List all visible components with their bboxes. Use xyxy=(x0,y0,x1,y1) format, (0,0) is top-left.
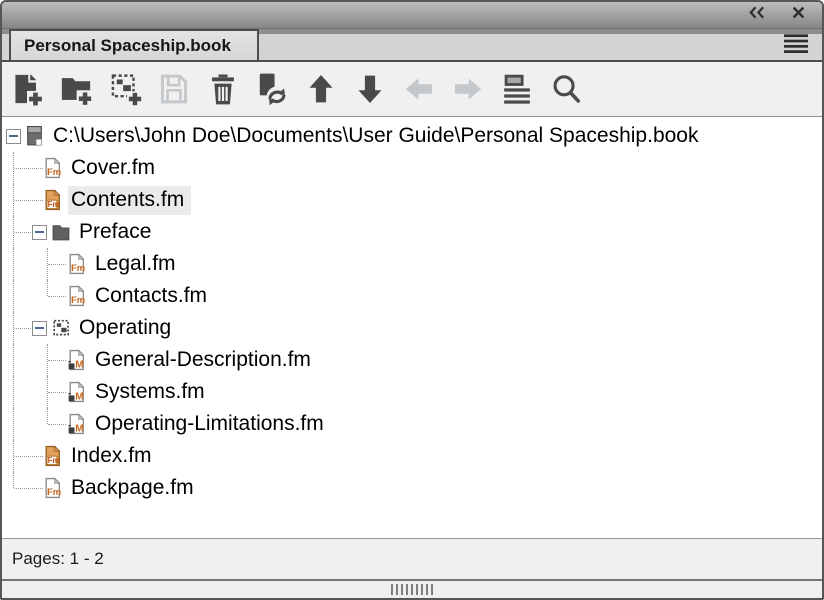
book-icon xyxy=(26,125,44,147)
panel-titlebar xyxy=(2,2,822,29)
arrow-left-icon xyxy=(402,74,436,104)
tree-item-label: Operating-Limitations.fm xyxy=(92,410,331,439)
tree-row[interactable]: Fm Backpage.fm xyxy=(2,472,822,504)
search-button[interactable] xyxy=(548,69,584,109)
search-icon xyxy=(549,71,583,107)
arrow-left-button xyxy=(401,69,437,109)
svg-text:M: M xyxy=(75,391,83,402)
tree-row[interactable]: Fm Legal.fm xyxy=(2,248,822,280)
tree-row[interactable]: Operating xyxy=(2,312,822,344)
tab-title: Personal Spaceship.book xyxy=(24,36,231,56)
tree-item-label: Cover.fm xyxy=(68,154,162,183)
tree-item-label: General-Description.fm xyxy=(92,346,318,375)
add-file-icon xyxy=(10,71,44,107)
tree-row[interactable]: Fm Contents.fm xyxy=(2,184,822,216)
add-group-button[interactable] xyxy=(107,69,143,109)
update-book-icon xyxy=(255,71,289,107)
fm-file-icon: Fm xyxy=(44,157,62,179)
svg-text:M: M xyxy=(75,359,83,370)
arrow-right-button xyxy=(450,69,486,109)
tree-item-label: Systems.fm xyxy=(92,378,212,407)
close-panel-button[interactable] xyxy=(788,6,808,24)
tree-row[interactable]: C:\Users\John Doe\Documents\User Guide\P… xyxy=(2,120,822,152)
fm-generated-icon: Fm xyxy=(44,189,62,211)
save-book-button xyxy=(156,69,192,109)
svg-text:Fm: Fm xyxy=(47,486,61,497)
display-heading-button[interactable] xyxy=(499,69,535,109)
svg-text:M: M xyxy=(75,423,83,434)
panel-menu-button[interactable] xyxy=(782,34,810,56)
delete-icon xyxy=(206,71,240,107)
arrow-right-icon xyxy=(451,74,485,104)
move-up-icon xyxy=(305,72,337,106)
delete-button[interactable] xyxy=(205,69,241,109)
fm-generated-icon: Fm xyxy=(44,445,62,467)
fm-group-file-icon: M xyxy=(68,413,86,435)
book-panel-window: Personal Spaceship.book C:\Users\John Do… xyxy=(0,0,824,600)
tree-item-label: Contacts.fm xyxy=(92,282,214,311)
save-book-icon xyxy=(157,71,191,107)
svg-text:Fm: Fm xyxy=(71,294,85,305)
resize-grip[interactable] xyxy=(391,584,433,595)
tree-item-label: Backpage.fm xyxy=(68,474,201,503)
tree-row[interactable]: M Systems.fm xyxy=(2,376,822,408)
panel-tab-strip: Personal Spaceship.book xyxy=(2,29,822,62)
move-down-icon xyxy=(354,72,386,106)
panel-bottom-strip xyxy=(2,579,822,598)
tree-row[interactable]: Fm Index.fm xyxy=(2,440,822,472)
add-folder-icon xyxy=(59,71,93,107)
fm-file-icon: Fm xyxy=(44,477,62,499)
tree-item-label: C:\Users\John Doe\Documents\User Guide\P… xyxy=(50,122,705,151)
group-icon xyxy=(52,317,70,339)
tree-row[interactable]: Fm Cover.fm xyxy=(2,152,822,184)
tree-item-label: Legal.fm xyxy=(92,250,183,279)
move-up-button[interactable] xyxy=(303,69,339,109)
pages-status: Pages: 1 - 2 xyxy=(12,549,104,569)
collapse-expander[interactable] xyxy=(6,129,21,144)
close-icon xyxy=(791,5,806,25)
tree-item-label: Index.fm xyxy=(68,442,159,471)
book-tree: C:\Users\John Doe\Documents\User Guide\P… xyxy=(2,117,822,538)
add-file-button[interactable] xyxy=(9,69,45,109)
svg-text:Fm: Fm xyxy=(47,166,61,177)
fm-group-file-icon: M xyxy=(68,349,86,371)
add-folder-button[interactable] xyxy=(58,69,94,109)
tree-row[interactable]: Fm Contacts.fm xyxy=(2,280,822,312)
book-toolbar xyxy=(2,62,822,117)
tab-book[interactable]: Personal Spaceship.book xyxy=(9,29,259,60)
fm-file-icon: Fm xyxy=(68,253,86,275)
add-group-icon xyxy=(108,71,142,107)
display-heading-icon xyxy=(500,71,534,107)
tree-row[interactable]: M General-Description.fm xyxy=(2,344,822,376)
move-down-button[interactable] xyxy=(352,69,388,109)
chevrons-left-icon xyxy=(747,5,766,25)
svg-text:Fm: Fm xyxy=(48,456,60,465)
tree-item-label: Preface xyxy=(76,218,158,247)
fm-group-file-icon: M xyxy=(68,381,86,403)
fm-file-icon: Fm xyxy=(68,285,86,307)
status-bar: Pages: 1 - 2 xyxy=(2,538,822,579)
panel-menu-icon xyxy=(783,32,809,58)
tree-item-label: Operating xyxy=(76,314,178,343)
collapse-expander[interactable] xyxy=(32,225,47,240)
update-book-button[interactable] xyxy=(254,69,290,109)
tree-row[interactable]: Preface xyxy=(2,216,822,248)
svg-text:Fm: Fm xyxy=(71,262,85,273)
collapse-expander[interactable] xyxy=(32,321,47,336)
tree-item-label: Contents.fm xyxy=(68,186,191,215)
tree-row[interactable]: M Operating-Limitations.fm xyxy=(2,408,822,440)
svg-text:Fm: Fm xyxy=(48,200,60,209)
collapse-panel-button[interactable] xyxy=(746,6,766,24)
folder-icon xyxy=(52,221,70,243)
